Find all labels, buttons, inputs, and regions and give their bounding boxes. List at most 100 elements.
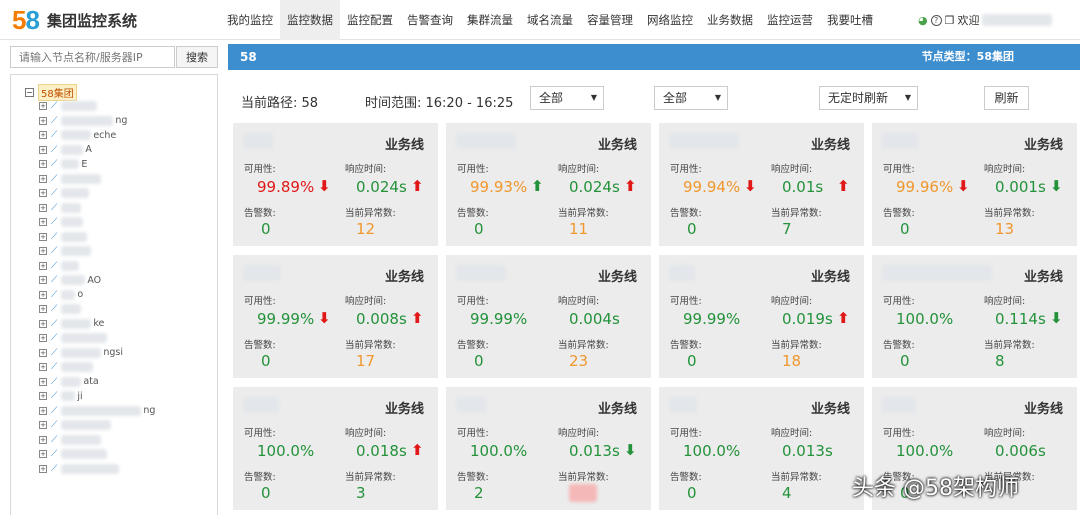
expand-icon[interactable]: + xyxy=(39,421,47,430)
tree-item[interactable]: + ⟋ xyxy=(39,99,217,114)
expand-icon[interactable]: + xyxy=(39,290,47,299)
expand-icon[interactable]: + xyxy=(39,377,47,386)
logo[interactable]: 58 集团监控系统 xyxy=(12,5,137,35)
expand-icon[interactable]: + xyxy=(39,160,47,169)
tree-item[interactable]: + ⟋ xyxy=(39,215,217,230)
tree-item[interactable]: + ⟋ xyxy=(39,360,217,375)
expand-icon[interactable]: + xyxy=(39,116,47,125)
tree-item-redacted xyxy=(61,159,80,170)
tree-item[interactable]: + ⟋ ke xyxy=(39,317,217,332)
expand-icon[interactable]: + xyxy=(39,464,47,473)
tree-item[interactable]: + ⟋ xyxy=(39,244,217,259)
tree-item[interactable]: + ⟋ ng xyxy=(39,404,217,419)
anomalies-value: 12 xyxy=(356,220,376,238)
expand-icon[interactable]: + xyxy=(39,247,47,256)
tree-item[interactable]: + ⟋ xyxy=(39,230,217,245)
business-line-card[interactable]: 业务线 可用性: 响应时间: 99.94% ⬇ 0.01s ⬆ 告警数: 当前异常数: 0 7 xyxy=(659,123,864,246)
filter-select-1[interactable]: 全部 ▼ xyxy=(530,86,604,110)
tree-item[interactable]: + ⟋ A xyxy=(39,143,217,158)
nav-item[interactable]: 监控数据 xyxy=(280,0,340,40)
search-input[interactable] xyxy=(10,46,175,68)
tree-item[interactable]: + ⟋ xyxy=(39,433,217,448)
window-icon[interactable]: ❐ xyxy=(945,14,955,27)
refresh-button[interactable]: 刷新 xyxy=(984,86,1029,110)
search-button[interactable]: 搜索 xyxy=(176,46,218,68)
status-icon[interactable]: ◕ xyxy=(918,14,928,27)
tree-item[interactable]: + ⟋ xyxy=(39,331,217,346)
tree-item[interactable]: + ⟋ E xyxy=(39,157,217,172)
expand-icon[interactable]: + xyxy=(39,145,47,154)
business-line-card[interactable]: 业务线 可用性: 响应时间: 99.89% ⬇ 0.024s ⬆ 告警数: 当前异常数: 0 12 xyxy=(233,123,438,246)
response-value: 0.018s xyxy=(356,442,407,460)
nav-item[interactable]: 网络监控 xyxy=(640,0,700,40)
expand-icon[interactable]: + xyxy=(39,348,47,357)
availability-value: 99.96% xyxy=(896,178,954,196)
expand-icon[interactable]: + xyxy=(39,174,47,183)
nav-item[interactable]: 我要吐槽 xyxy=(820,0,880,40)
nav-item[interactable]: 我的监控 xyxy=(220,0,280,40)
tree-item[interactable]: + ⟋ ng xyxy=(39,114,217,129)
expand-icon[interactable]: + xyxy=(39,102,47,111)
arrow-up-icon: ⬆ xyxy=(837,177,850,195)
expand-icon[interactable]: + xyxy=(39,218,47,227)
expand-icon[interactable]: + xyxy=(39,450,47,459)
filter-select-2[interactable]: 全部 ▼ xyxy=(654,86,728,110)
tree-item[interactable]: + ⟋ eche xyxy=(39,128,217,143)
card-type: 业务线 xyxy=(1023,270,1063,285)
tree-item[interactable]: + ⟋ AO xyxy=(39,273,217,288)
tree-item[interactable]: + ⟋ xyxy=(39,172,217,187)
tree-item[interactable]: + ⟋ xyxy=(39,201,217,216)
trend-icon: ⟋ xyxy=(51,202,58,213)
refresh-interval-select[interactable]: 无定时刷新 ▼ xyxy=(819,86,918,110)
business-line-card[interactable]: 业务线 可用性: 响应时间: 99.93% ⬆ 0.024s ⬆ 告警数: 当前异常数: 0 11 xyxy=(446,123,651,246)
expand-icon[interactable]: + xyxy=(39,203,47,212)
nav-item[interactable]: 告警查询 xyxy=(400,0,460,40)
tree-item[interactable]: + ⟋ xyxy=(39,259,217,274)
business-line-card[interactable]: 业务线 可用性: 响应时间: 100.0% 0.114s ⬇ 告警数: 当前异常数: 0 8 xyxy=(872,255,1077,378)
business-line-card[interactable]: 业务线 可用性: 响应时间: 99.99% ⬇ 0.008s ⬆ 告警数: 当前异常数: 0 17 xyxy=(233,255,438,378)
expand-icon[interactable]: + xyxy=(39,334,47,343)
tree-item[interactable]: + ⟋ ata xyxy=(39,375,217,390)
tree-root[interactable]: − 58集团 xyxy=(25,83,217,101)
nav-item[interactable]: 集群流量 xyxy=(460,0,520,40)
tree-item[interactable]: + ⟋ ji xyxy=(39,389,217,404)
business-line-card[interactable]: 业务线 可用性: 响应时间: 100.0% 0.013s ⬇ 告警数: 当前异常数: 2 xyxy=(446,387,651,510)
nav-item[interactable]: 域名流量 xyxy=(520,0,580,40)
tree-root-label[interactable]: 58集团 xyxy=(38,83,77,101)
business-line-card[interactable]: 业务线 可用性: 响应时间: 99.99% 0.019s ⬆ 告警数: 当前异常数: 0 18 xyxy=(659,255,864,378)
nav-item[interactable]: 业务数据 xyxy=(700,0,760,40)
anomalies-label: 当前异常数: xyxy=(558,340,609,351)
expand-icon[interactable]: + xyxy=(39,363,47,372)
expand-icon[interactable]: + xyxy=(39,305,47,314)
tree-item[interactable]: + ⟋ o xyxy=(39,288,217,303)
expand-icon[interactable]: + xyxy=(39,232,47,241)
help-icon[interactable]: ? xyxy=(930,14,942,26)
business-line-card[interactable]: 业务线 可用性: 响应时间: 99.96% ⬇ 0.001s ⬇ 告警数: 当前异常数: 0 13 xyxy=(872,123,1077,246)
tree-item[interactable]: + ⟋ ngsi xyxy=(39,346,217,361)
business-line-card[interactable]: 业务线 可用性: 响应时间: 100.0% 0.018s ⬆ 告警数: 当前异常数: 0 3 xyxy=(233,387,438,510)
nav-item[interactable]: 监控配置 xyxy=(340,0,400,40)
expand-icon[interactable]: + xyxy=(39,392,47,401)
nav-item[interactable]: 监控运营 xyxy=(760,0,820,40)
tree-item[interactable]: + ⟋ xyxy=(39,186,217,201)
nav-item[interactable]: 容量管理 xyxy=(580,0,640,40)
expand-icon[interactable]: + xyxy=(39,261,47,270)
availability-value: 99.99% xyxy=(683,310,741,328)
tree-item[interactable]: + ⟋ xyxy=(39,447,217,462)
alarms-value: 0 xyxy=(687,484,697,502)
business-line-card[interactable]: 业务线 可用性: 响应时间: 99.99% 0.004s 告警数: 当前异常数: 0 23 xyxy=(446,255,651,378)
expand-icon[interactable]: + xyxy=(39,131,47,140)
business-line-grid: 业务线 可用性: 响应时间: 99.89% ⬇ 0.024s ⬆ 告警数: 当前异常数: 0 12 业… xyxy=(233,123,1080,515)
alarms-value: 0 xyxy=(261,220,271,238)
anomalies-value: 7 xyxy=(782,220,792,238)
expand-icon[interactable]: + xyxy=(39,319,47,328)
expand-icon[interactable]: + xyxy=(39,435,47,444)
tree-item[interactable]: + ⟋ xyxy=(39,462,217,477)
expand-icon[interactable]: + xyxy=(39,189,47,198)
expand-icon[interactable]: + xyxy=(39,406,47,415)
collapse-icon[interactable]: − xyxy=(25,87,34,97)
tree-item[interactable]: + ⟋ xyxy=(39,418,217,433)
expand-icon[interactable]: + xyxy=(39,276,47,285)
tree-item[interactable]: + ⟋ xyxy=(39,302,217,317)
business-line-card[interactable]: 业务线 可用性: 响应时间: 100.0% 0.013s 告警数: 当前异常数: 0 4 xyxy=(659,387,864,510)
